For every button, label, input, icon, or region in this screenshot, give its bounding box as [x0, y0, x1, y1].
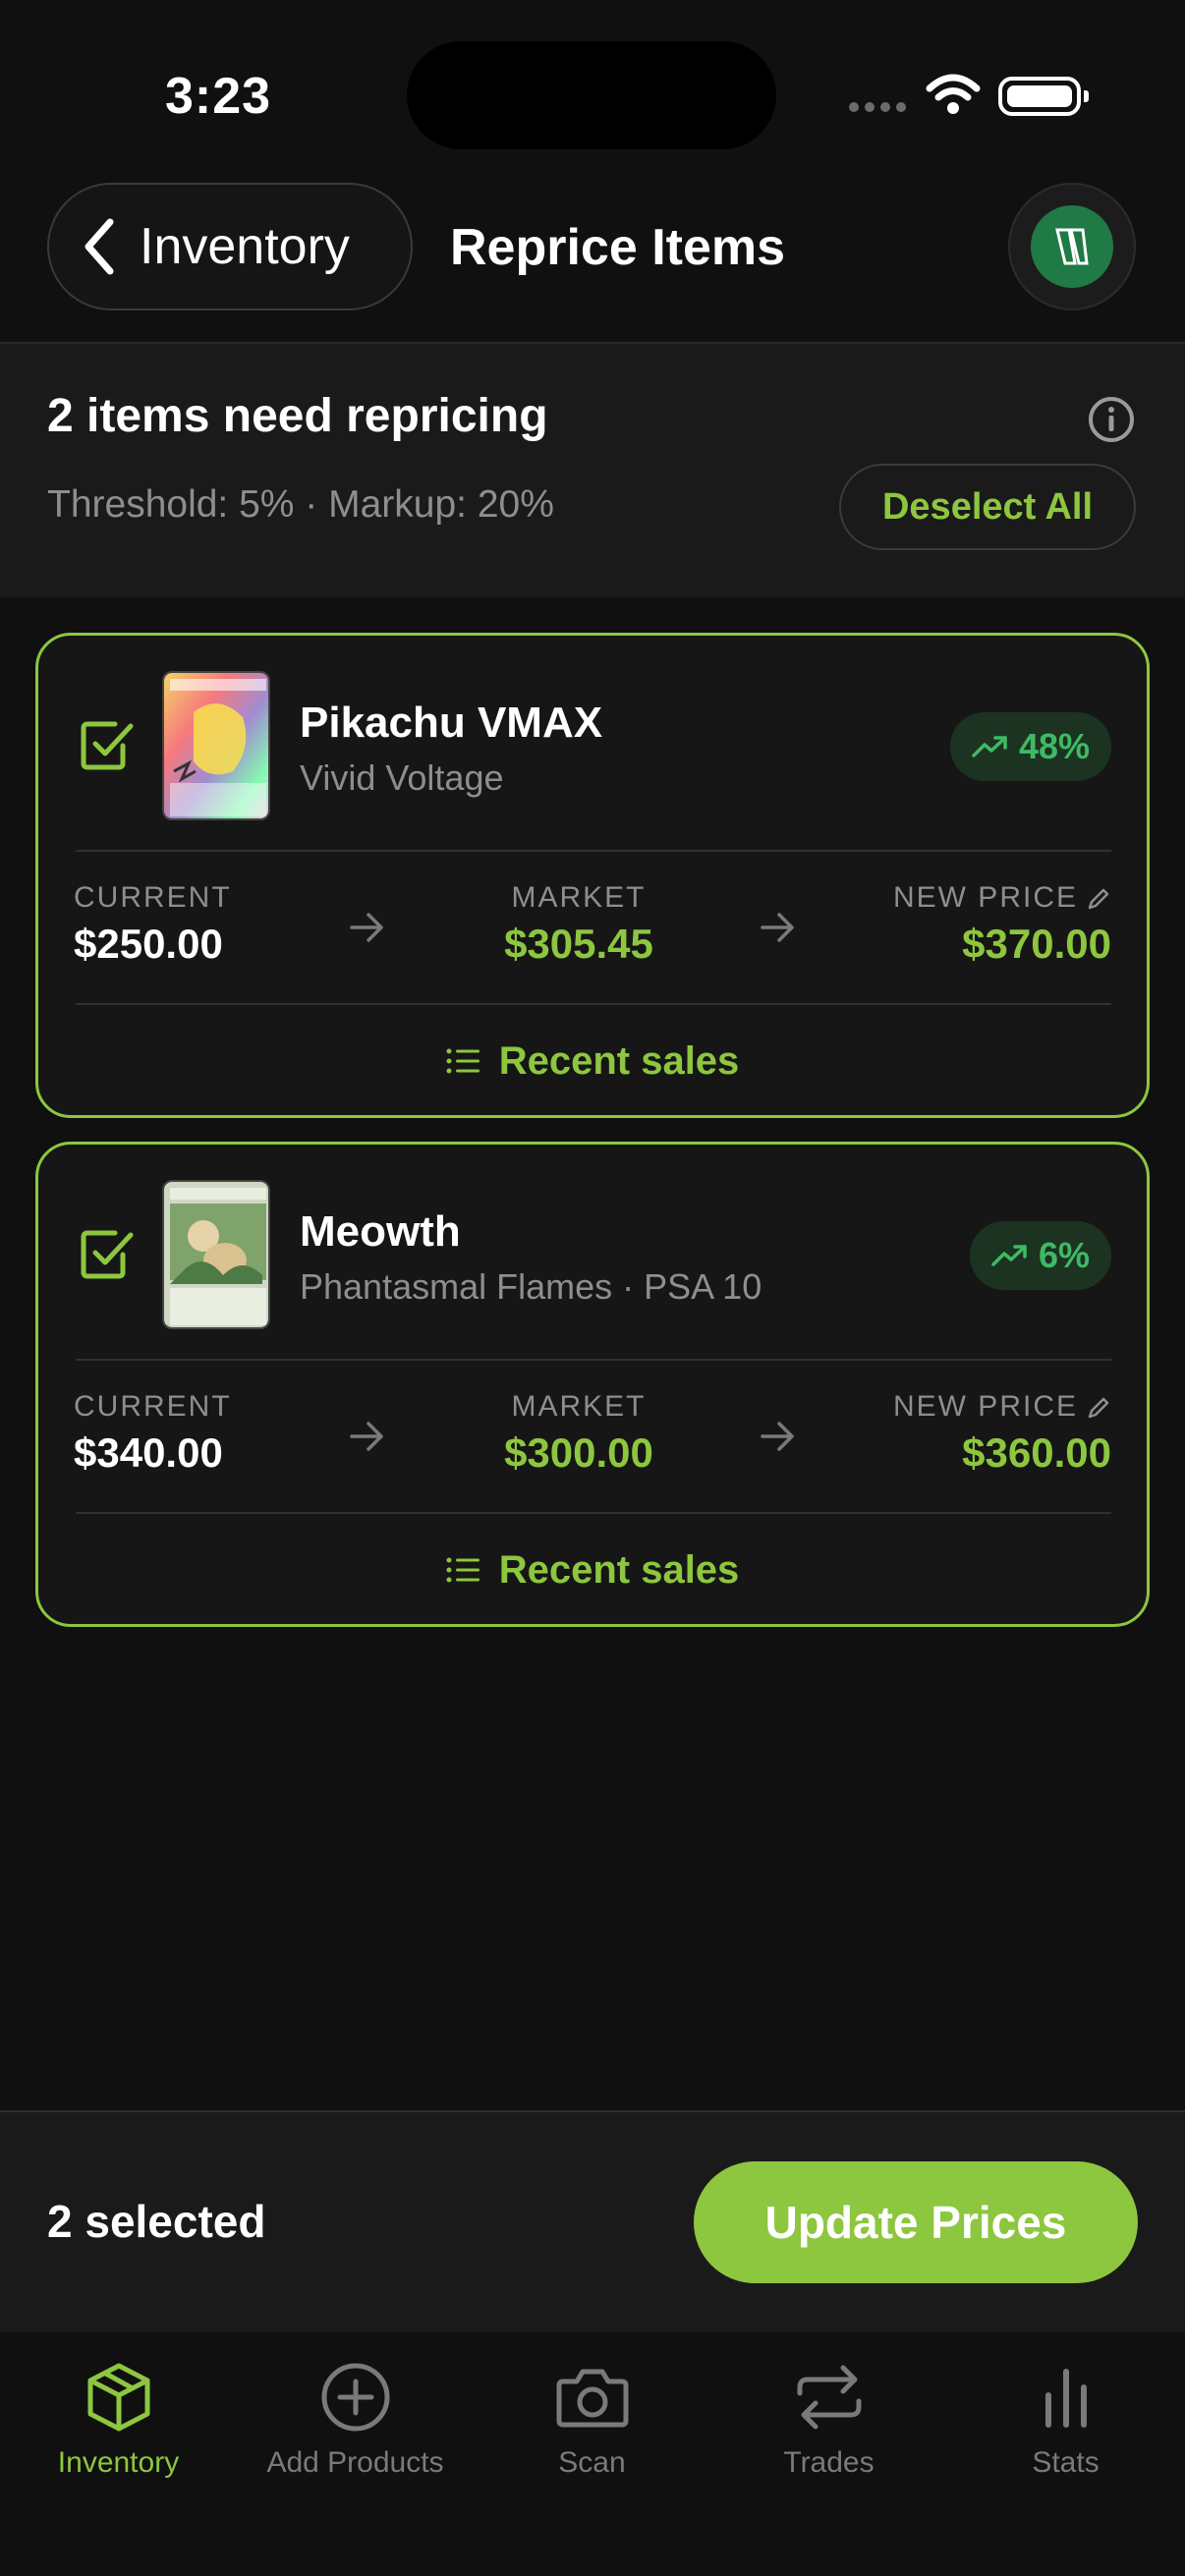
status-bar: 3:23: [0, 0, 1185, 177]
reprice-item-card: Pikachu VMAX Vivid Voltage 48% CURRENT $…: [35, 633, 1150, 1118]
recent-sales-button[interactable]: Recent sales: [38, 1005, 1147, 1117]
new-price[interactable]: NEW PRICE $370.00: [817, 881, 1111, 968]
back-button[interactable]: Inventory: [47, 183, 413, 310]
card-thumbnail: [162, 671, 270, 820]
summary-title: 2 items need repricing: [47, 390, 548, 442]
trending-up-icon: [972, 736, 1007, 757]
reprice-item-card: Meowth Phantasmal Flames · PSA 10 6% CUR…: [35, 1142, 1150, 1627]
current-label: CURRENT: [74, 881, 232, 914]
deselect-all-button[interactable]: Deselect All: [839, 464, 1136, 550]
summary-subtitle: Threshold: 5% · Markup: 20%: [47, 483, 554, 526]
new-price-value: $360.00: [962, 1429, 1111, 1476]
tab-add-products[interactable]: Add Products: [237, 2352, 474, 2480]
app-logo-button[interactable]: [1008, 183, 1136, 310]
market-value: $300.00: [504, 1429, 653, 1476]
tab-label: Add Products: [266, 2446, 444, 2479]
update-prices-button[interactable]: Update Prices: [694, 2161, 1138, 2283]
arrow-right-icon: [350, 913, 383, 942]
recent-sales-button[interactable]: Recent sales: [38, 1514, 1147, 1626]
list-icon: [446, 1557, 480, 1583]
cube-icon: [87, 2363, 149, 2432]
item-set: Vivid Voltage: [300, 757, 504, 798]
current-value: $250.00: [74, 921, 223, 967]
selected-count: 2 selected: [47, 2196, 266, 2247]
tab-label: Inventory: [57, 2446, 180, 2479]
item-name: Pikachu VMAX: [300, 699, 603, 747]
trend-badge: 48%: [949, 712, 1111, 781]
tab-bar: Inventory Add Products Scan Trades Stats: [0, 2332, 1185, 2576]
cellular-signal-icon: [849, 102, 906, 112]
item-name: Meowth: [300, 1207, 461, 1256]
card-thumbnail: [162, 1180, 270, 1329]
tab-stats[interactable]: Stats: [947, 2352, 1184, 2480]
tab-trades[interactable]: Trades: [710, 2352, 947, 2480]
tab-inventory[interactable]: Inventory: [0, 2352, 237, 2480]
tab-label: Trades: [783, 2446, 875, 2479]
status-time: 3:23: [165, 68, 272, 125]
market-price: MARKET $305.45: [431, 881, 726, 968]
recent-sales-label: Recent sales: [498, 1038, 740, 1083]
market-value: $305.45: [504, 921, 653, 967]
repricing-summary: 2 items need repricing Threshold: 5% · M…: [0, 344, 1185, 597]
tab-label: Stats: [1032, 2446, 1100, 2479]
dynamic-island: [407, 41, 776, 149]
arrow-right-icon: [350, 1422, 383, 1451]
divider: [76, 1359, 1111, 1361]
recent-sales-label: Recent sales: [498, 1547, 740, 1592]
market-price: MARKET $300.00: [431, 1390, 726, 1477]
pencil-icon[interactable]: [1086, 1395, 1111, 1421]
back-label: Inventory: [140, 218, 350, 275]
bar-chart-icon: [1044, 2369, 1087, 2428]
info-icon[interactable]: [1087, 395, 1136, 444]
current-price: CURRENT $250.00: [74, 881, 310, 968]
list-icon: [446, 1048, 480, 1074]
trending-up-icon: [991, 1245, 1027, 1266]
checkbox-checked-icon[interactable]: [78, 1225, 137, 1284]
trend-percent: 6%: [1038, 1235, 1090, 1275]
bottom-action-bar: 2 selected Update Prices: [0, 2110, 1185, 2332]
new-price-value: $370.00: [962, 921, 1111, 967]
plus-circle-icon: [321, 2363, 389, 2432]
checkbox-checked-icon[interactable]: [78, 716, 137, 775]
swap-icon: [797, 2365, 861, 2430]
new-price-label: NEW PRICE: [892, 881, 1078, 914]
new-price-label: NEW PRICE: [892, 1390, 1078, 1423]
current-value: $340.00: [74, 1429, 223, 1476]
tab-scan[interactable]: Scan: [474, 2352, 710, 2480]
arrow-right-icon: [761, 913, 794, 942]
trend-badge: 6%: [969, 1221, 1111, 1290]
camera-icon: [556, 2369, 628, 2428]
wifi-icon: [926, 74, 981, 114]
item-set: Phantasmal Flames · PSA 10: [300, 1266, 762, 1307]
new-price[interactable]: NEW PRICE $360.00: [817, 1390, 1111, 1477]
tab-label: Scan: [558, 2446, 626, 2479]
chevron-left-icon: [85, 218, 114, 275]
current-price: CURRENT $340.00: [74, 1390, 310, 1477]
current-label: CURRENT: [74, 1390, 232, 1423]
trend-percent: 48%: [1018, 726, 1090, 766]
navigation-bar: Inventory Reprice Items: [0, 177, 1185, 344]
market-label: MARKET: [511, 1390, 647, 1423]
pencil-icon[interactable]: [1086, 886, 1111, 912]
app-logo-icon: [1031, 205, 1113, 288]
battery-icon: [998, 77, 1089, 116]
arrow-right-icon: [761, 1422, 794, 1451]
divider: [76, 850, 1111, 852]
market-label: MARKET: [511, 881, 647, 914]
page-title: Reprice Items: [450, 219, 786, 276]
